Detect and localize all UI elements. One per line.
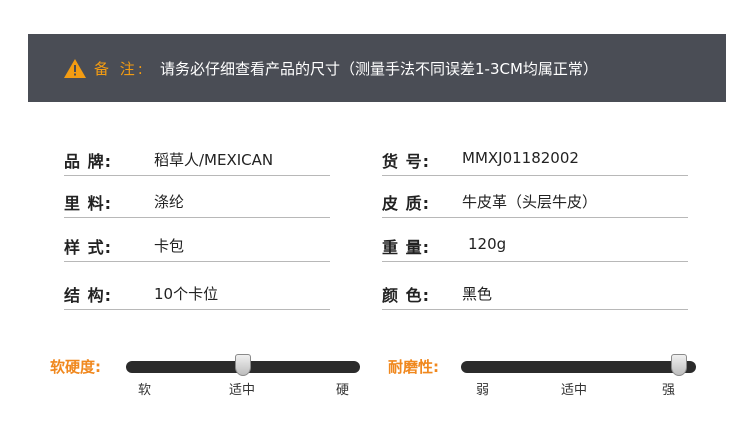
spec-divider: [382, 309, 688, 310]
durability-label-low: 弱: [476, 383, 490, 398]
spec-key: 结 构:: [64, 286, 112, 305]
spec-key: 货 号:: [382, 152, 430, 171]
spec-key: 样 式:: [64, 238, 112, 257]
spec-key: 里 料:: [64, 194, 112, 213]
durability-indicator: [670, 354, 687, 376]
spec-divider: [64, 261, 330, 262]
softness-label-mid: 适中: [229, 383, 256, 398]
softness-title: 软硬度:: [50, 358, 101, 376]
spec-value: MMXJ01182002: [462, 149, 579, 167]
spec-divider: [64, 217, 330, 218]
spec-divider: [64, 175, 330, 176]
spec-key: 重 量:: [382, 238, 430, 257]
spec-divider: [382, 175, 688, 176]
spec-value: 黑色: [462, 285, 493, 303]
spec-value: 10个卡位: [154, 285, 219, 303]
durability-track: [461, 361, 696, 373]
softness-indicator: [235, 354, 251, 376]
notice-label: 备 注:: [94, 60, 146, 78]
spec-key: 皮 质:: [382, 194, 430, 213]
notice-text: 请务必仔细查看产品的尺寸（测量手法不同误差1-3CM均属正常）: [160, 60, 598, 78]
durability-label-high: 强: [662, 383, 676, 398]
durability-title: 耐磨性:: [388, 358, 439, 376]
spec-value: 牛皮革（头层牛皮）: [462, 193, 598, 211]
spec-value: 稻草人/MEXICAN: [154, 151, 274, 169]
spec-value: 120g: [468, 235, 507, 253]
spec-divider: [382, 217, 688, 218]
spec-value: 卡包: [154, 237, 185, 255]
spec-divider: [382, 261, 688, 262]
spec-key: 品 牌:: [64, 152, 112, 171]
spec-value: 涤纶: [154, 193, 185, 211]
softness-label-low: 软: [138, 383, 152, 398]
softness-label-high: 硬: [336, 383, 350, 398]
warning-icon: [64, 59, 86, 78]
spec-divider: [64, 309, 330, 310]
spec-key: 颜 色:: [382, 286, 430, 305]
durability-label-mid: 适中: [561, 383, 588, 398]
notice-banner: 备 注: 请务必仔细查看产品的尺寸（测量手法不同误差1-3CM均属正常）: [28, 34, 726, 102]
